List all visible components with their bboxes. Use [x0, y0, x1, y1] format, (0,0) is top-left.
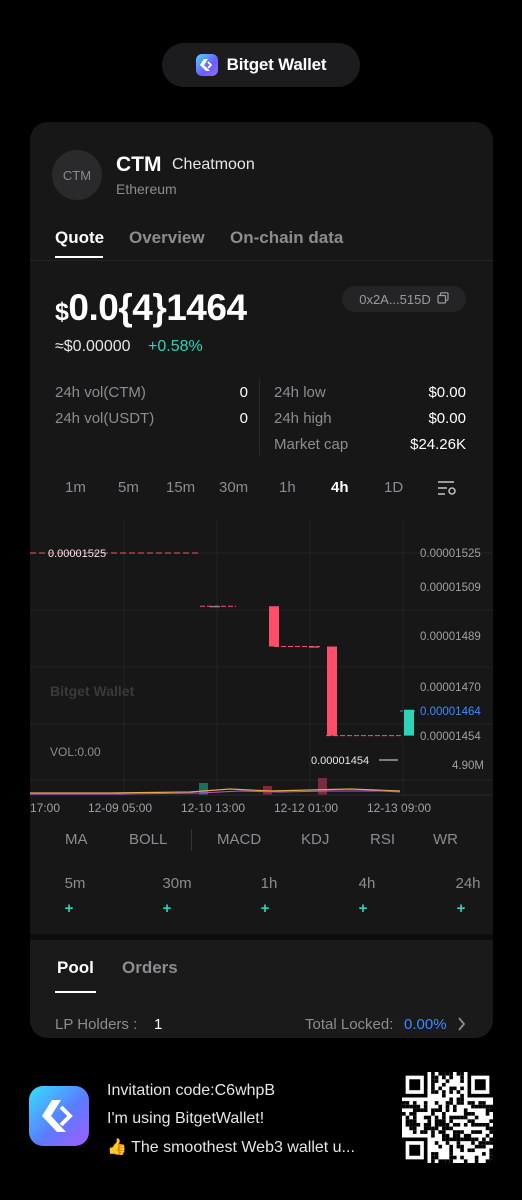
- indicator-boll[interactable]: BOLL: [129, 831, 167, 848]
- bitget-app-logo-icon: [29, 1086, 89, 1146]
- contract-address-button[interactable]: 0x2A...515D: [342, 286, 466, 312]
- time-label: 12-09 05:00: [88, 801, 152, 815]
- volume-label: VOL:0.00: [50, 745, 101, 759]
- time-label: 12-12 01:00: [274, 801, 338, 815]
- lp-holders-value: 1: [154, 1016, 163, 1033]
- period-label: 5m: [64, 875, 86, 892]
- stat-label: Market cap: [274, 436, 349, 453]
- timeframe-15m[interactable]: 15m: [166, 479, 195, 496]
- total-locked-label: Total Locked:: [305, 1016, 394, 1033]
- volume-bar: [318, 778, 327, 795]
- stats-divider: [259, 379, 260, 455]
- timeframe-1d[interactable]: 1D: [384, 479, 403, 496]
- brand-pill: Bitget Wallet: [162, 43, 360, 87]
- stat-label: 24h low: [274, 384, 326, 401]
- bitget-logo-icon: [195, 54, 218, 76]
- qr-code: [402, 1072, 493, 1163]
- promo-line: I'm using BitgetWallet!: [107, 1110, 265, 1127]
- copy-icon: [437, 291, 449, 307]
- chevron-right-icon[interactable]: [457, 1017, 466, 1036]
- price-change: +0.58%: [148, 338, 203, 355]
- indicator-wr[interactable]: WR: [433, 831, 458, 848]
- indicator-macd[interactable]: MACD: [217, 831, 261, 848]
- timeframe-1h[interactable]: 1h: [279, 479, 296, 496]
- price-chart[interactable]: Bitget Wallet 0.00001525 0.00001454 0.00…: [30, 520, 493, 820]
- period-change: +: [162, 900, 172, 917]
- period-label: 24h: [455, 875, 481, 892]
- price: $0.0{4}1464: [55, 287, 247, 329]
- price-axis-label: 0.00001509: [420, 582, 481, 594]
- chart-watermark: Bitget Wallet: [50, 683, 135, 699]
- token-card: CTM CTM Cheatmoon Ethereum Quote Overvie…: [30, 122, 493, 1038]
- token-symbol: CTM: [116, 153, 162, 176]
- timeframe-1m[interactable]: 1m: [65, 479, 86, 496]
- pool-tab-underline: [55, 991, 96, 993]
- tab-quote[interactable]: Quote: [55, 228, 104, 248]
- time-label: 12-13 09:00: [367, 801, 431, 815]
- time-label: 12-10 13:00: [181, 801, 245, 815]
- price-axis-label: 0.00001489: [420, 631, 481, 643]
- stat-value: 0: [239, 410, 248, 427]
- period-change: +: [64, 900, 74, 917]
- tab-orders[interactable]: Orders: [122, 958, 178, 978]
- stat-value: 0: [239, 384, 248, 401]
- price-axis-label: 0.00001470: [420, 682, 481, 694]
- token-chain: Ethereum: [116, 181, 177, 197]
- contract-address: 0x2A...515D: [359, 291, 431, 307]
- high-marker: 0.00001525: [48, 548, 106, 560]
- timeframe-4h[interactable]: 4h: [331, 479, 349, 496]
- stat-label: 24h vol(USDT): [55, 410, 155, 427]
- price-value: 0.0{4}1464: [68, 287, 247, 328]
- stat-value: $24.26K: [410, 436, 466, 453]
- volume-max-label: 4.90M: [452, 760, 484, 772]
- token-name: Cheatmoon: [172, 156, 255, 173]
- invitation-code: Invitation code:C6whpB: [107, 1082, 276, 1099]
- brand-title: Bitget Wallet: [226, 55, 327, 74]
- tab-overview[interactable]: Overview: [129, 228, 205, 248]
- token-avatar: CTM: [52, 150, 102, 200]
- indicator-kdj[interactable]: KDJ: [301, 831, 329, 848]
- stat-label: 24h vol(CTM): [55, 384, 146, 401]
- period-label: 30m: [162, 875, 192, 892]
- indicator-divider: [191, 829, 192, 851]
- indicator-ma[interactable]: MA: [65, 831, 88, 848]
- stat-label: 24h high: [274, 410, 332, 427]
- price-axis-label: 0.00001454: [420, 731, 481, 743]
- period-label: 4h: [358, 875, 376, 892]
- stat-value: $0.00: [428, 384, 466, 401]
- lp-holders-label: LP Holders :: [55, 1016, 138, 1033]
- price-currency: $: [55, 298, 69, 326]
- pool-section: Pool Orders LP Holders : 1 Total Locked:…: [30, 934, 493, 1038]
- chart-settings-icon[interactable]: [437, 479, 457, 502]
- timeframe-30m[interactable]: 30m: [219, 479, 248, 496]
- candle: [269, 606, 279, 647]
- period-change: +: [358, 900, 368, 917]
- total-locked-value: 0.00%: [404, 1016, 447, 1033]
- time-label: 17:00: [30, 801, 60, 815]
- period-label: 1h: [260, 875, 278, 892]
- current-price-label: 0.00001464: [420, 706, 481, 718]
- tab-onchain-data[interactable]: On-chain data: [230, 228, 343, 248]
- period-change: +: [456, 900, 466, 917]
- tab-pool[interactable]: Pool: [57, 958, 94, 978]
- timeframe-5m[interactable]: 5m: [118, 479, 139, 496]
- low-marker: 0.00001454: [311, 755, 369, 767]
- price-axis-label: 0.00001525: [420, 548, 481, 560]
- tab-underline: [55, 256, 103, 258]
- period-change: +: [260, 900, 270, 917]
- candle: [404, 709, 414, 736]
- stat-value: $0.00: [428, 410, 466, 427]
- candle: [327, 646, 337, 736]
- indicator-rsi[interactable]: RSI: [370, 831, 395, 848]
- usd-value: ≈$0.00000: [55, 338, 131, 355]
- promo-tagline: 👍 The smoothest Web3 wallet u...: [107, 1139, 355, 1156]
